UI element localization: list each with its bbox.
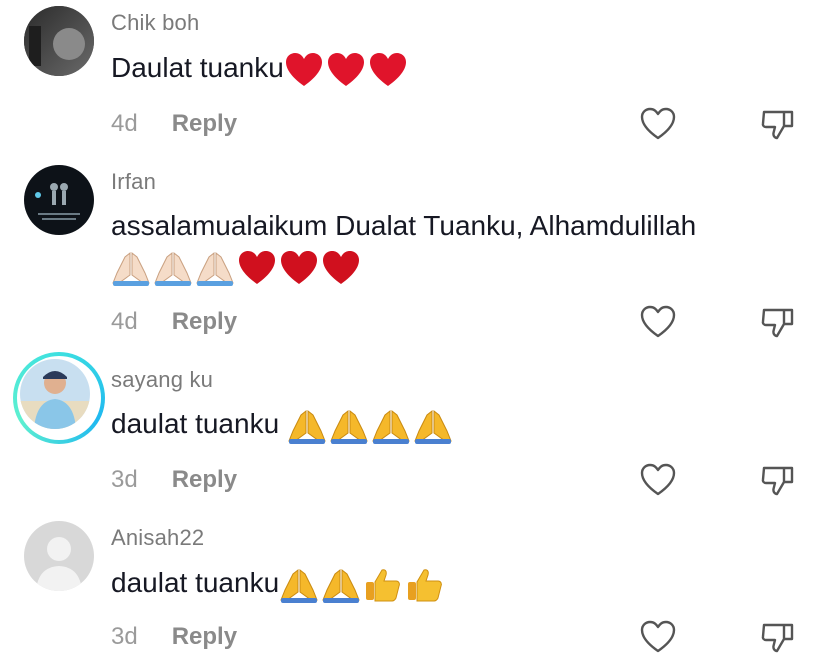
pray-emoji-icon	[279, 566, 319, 604]
like-heart-icon[interactable]	[640, 305, 676, 339]
like-heart-icon[interactable]	[640, 463, 676, 497]
dislike-icon[interactable]	[760, 107, 796, 141]
heart-emoji-icon	[368, 51, 408, 89]
comment-text: assalamualaikum Dualat Tuanku, Alhamduli…	[111, 206, 801, 287]
pray-emoji-icon	[413, 407, 453, 445]
reply-button[interactable]: Reply	[172, 110, 237, 137]
comment-body: daulat tuanku	[111, 567, 280, 598]
comment-time: 4d	[111, 308, 138, 335]
avatar[interactable]	[24, 165, 94, 235]
thumbs-up-emoji-icon	[363, 566, 403, 604]
heart-emoji-icon	[279, 249, 319, 287]
like-heart-icon[interactable]	[640, 620, 676, 654]
avatar[interactable]	[20, 359, 90, 429]
comment-body: assalamualaikum Dualat Tuanku, Alhamduli…	[111, 210, 697, 241]
pray-emoji-icon	[371, 407, 411, 445]
avatar[interactable]	[24, 521, 94, 591]
heart-emoji-icon	[237, 249, 277, 287]
heart-emoji-icon	[284, 51, 324, 89]
comment-username[interactable]: Irfan	[111, 169, 156, 195]
avatar[interactable]	[24, 6, 94, 76]
heart-emoji-icon	[321, 249, 361, 287]
comment-body: daulat tuanku	[111, 408, 280, 439]
default-avatar-icon	[24, 521, 94, 591]
pray-emoji-icon	[195, 249, 235, 287]
dislike-icon[interactable]	[760, 620, 796, 654]
dislike-icon[interactable]	[760, 305, 796, 339]
avatar-photo	[20, 359, 90, 429]
comment-text: daulat tuanku	[111, 563, 801, 604]
dislike-icon[interactable]	[760, 463, 796, 497]
comment-meta: 4d Reply	[111, 110, 237, 138]
pray-emoji-icon	[329, 407, 369, 445]
comment-username[interactable]: sayang ku	[111, 367, 213, 393]
comment-username[interactable]: Anisah22	[111, 525, 204, 551]
comment-time: 3d	[111, 466, 138, 493]
story-ring[interactable]	[13, 352, 105, 444]
comment-meta: 3d Reply	[111, 623, 237, 651]
avatar-photo	[24, 165, 94, 235]
comment-text: daulat tuanku	[111, 404, 801, 445]
like-heart-icon[interactable]	[640, 107, 676, 141]
comment-time: 4d	[111, 110, 138, 137]
pray-emoji-icon	[153, 249, 193, 287]
comment-meta: 4d Reply	[111, 308, 237, 336]
reply-button[interactable]: Reply	[172, 308, 237, 335]
reply-button[interactable]: Reply	[172, 466, 237, 493]
pray-emoji-icon	[287, 407, 327, 445]
comment-body: Daulat tuanku	[111, 52, 284, 83]
avatar-photo	[24, 6, 94, 76]
thumbs-up-emoji-icon	[405, 566, 445, 604]
comment-text: Daulat tuanku	[111, 48, 801, 89]
pray-emoji-icon	[321, 566, 361, 604]
heart-emoji-icon	[326, 51, 366, 89]
comment-meta: 3d Reply	[111, 466, 237, 494]
pray-emoji-icon	[111, 249, 151, 287]
comment-username[interactable]: Chik boh	[111, 10, 199, 36]
